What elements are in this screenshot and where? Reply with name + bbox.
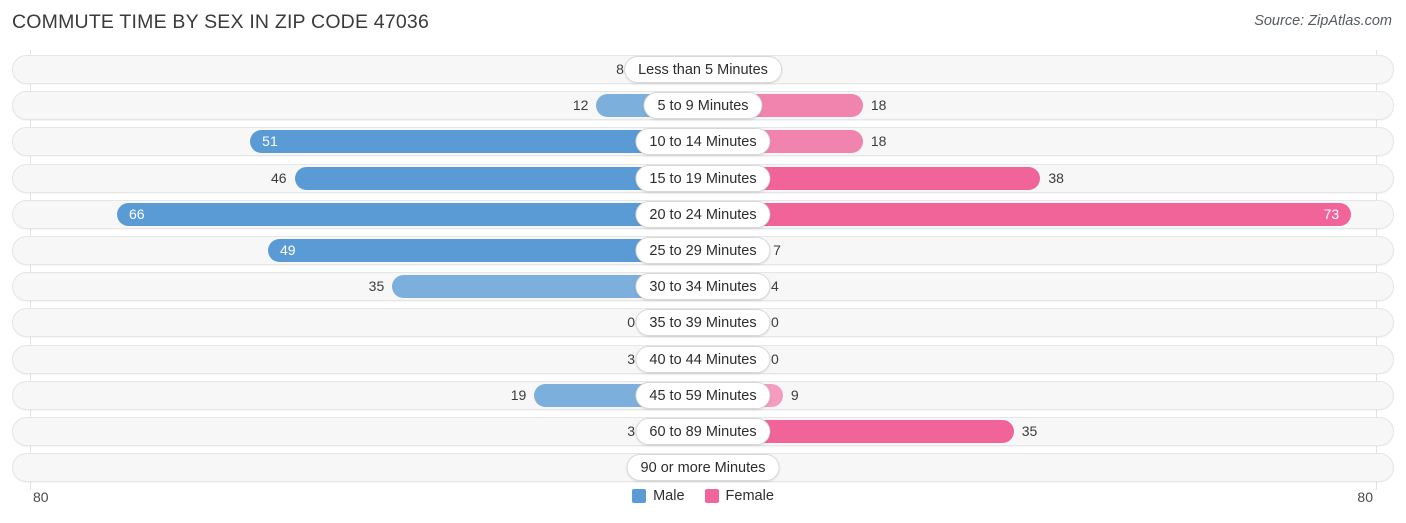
bar-value-male: 46 (270, 169, 287, 186)
chart-row: 3 35 60 to 89 Minutes (12, 417, 1394, 446)
bar-male[interactable] (117, 202, 703, 226)
bar-value-male: 3 (627, 350, 635, 367)
bar-value-female: 18 (870, 133, 887, 150)
bar-value-female: 38 (1048, 169, 1064, 186)
chart-row: 12 18 5 to 9 Minutes (12, 91, 1394, 121)
bar-value-male: 51 (262, 133, 278, 150)
bar-value-male: 12 (572, 97, 589, 114)
chart-plot-area: 80Less than 5 Minutes12185 to 9 Minutes5… (0, 50, 1406, 490)
legend-swatch-icon (704, 489, 719, 503)
category-label-pill: 20 to 24 Minutes (635, 200, 771, 228)
legend-item-female[interactable]: Female (704, 488, 774, 504)
chart-row: 35 4 30 to 34 Minutes (12, 272, 1394, 302)
chart-row: 49 7 25 to 29 Minutes (12, 236, 1394, 265)
bar-value-male: 0 (627, 314, 635, 331)
category-label-pill: 40 to 44 Minutes (635, 345, 771, 373)
source-attribution: Source: ZipAtlas.com (1254, 13, 1392, 29)
category-label-pill: 15 to 19 Minutes (635, 164, 771, 192)
bar-value-female: 35 (1021, 423, 1038, 439)
category-label-pill: 35 to 39 Minutes (635, 309, 771, 337)
legend-swatch-icon (632, 489, 647, 503)
chart-row: 51 18 10 to 14 Minutes (12, 127, 1394, 157)
category-label-pill: Less than 5 Minutes (624, 56, 782, 83)
category-label-pill: 25 to 29 Minutes (635, 237, 771, 264)
page-title: COMMUTE TIME BY SEX IN ZIP CODE 47036 (12, 11, 430, 33)
bar-value-female: 7 (773, 242, 781, 258)
chart-row: 0090 or more Minutes (12, 453, 1394, 483)
legend-label: Female (725, 488, 774, 504)
category-label-pill: 30 to 34 Minutes (635, 273, 771, 301)
bar-value-male: 49 (279, 242, 296, 258)
category-label-pill: 5 to 9 Minutes (643, 92, 763, 120)
chart-row: 3 0 40 to 44 Minutes (12, 344, 1394, 374)
chart-row: 0 0 35 to 39 Minutes (12, 308, 1394, 338)
bar-value-female: 73 (1323, 205, 1340, 222)
category-label-pill: 60 to 89 Minutes (635, 418, 771, 445)
legend-label: Male (653, 488, 685, 504)
bar-value-male: 19 (510, 386, 527, 403)
bar-value-male: 3 (627, 423, 635, 439)
bar-value-female: 0 (771, 350, 779, 367)
bar-value-male: 35 (368, 278, 385, 295)
chart-legend: Male Female (0, 488, 1406, 504)
chart-row: 80Less than 5 Minutes (12, 55, 1394, 84)
bar-value-female: 18 (870, 97, 887, 114)
bar-value-male: 8 (616, 61, 624, 77)
chart-page: COMMUTE TIME BY SEX IN ZIP CODE 47036 So… (0, 0, 1406, 523)
legend-item-male[interactable]: Male (632, 488, 685, 504)
bar-value-female: 0 (771, 314, 779, 331)
chart-row: 46 38 15 to 19 Minutes (12, 163, 1394, 193)
category-label-pill: 90 or more Minutes (626, 454, 780, 482)
category-label-pill: 45 to 59 Minutes (635, 381, 771, 409)
category-label-pill: 10 to 14 Minutes (635, 128, 771, 156)
bar-value-female: 9 (790, 386, 799, 403)
bar-value-female: 4 (771, 278, 779, 295)
chart-row: 66 73 20 to 24 Minutes (12, 199, 1394, 229)
bar-female[interactable] (703, 202, 1352, 226)
chart-row: 19 9 45 to 59 Minutes (12, 380, 1394, 410)
bar-value-male: 66 (129, 205, 145, 222)
